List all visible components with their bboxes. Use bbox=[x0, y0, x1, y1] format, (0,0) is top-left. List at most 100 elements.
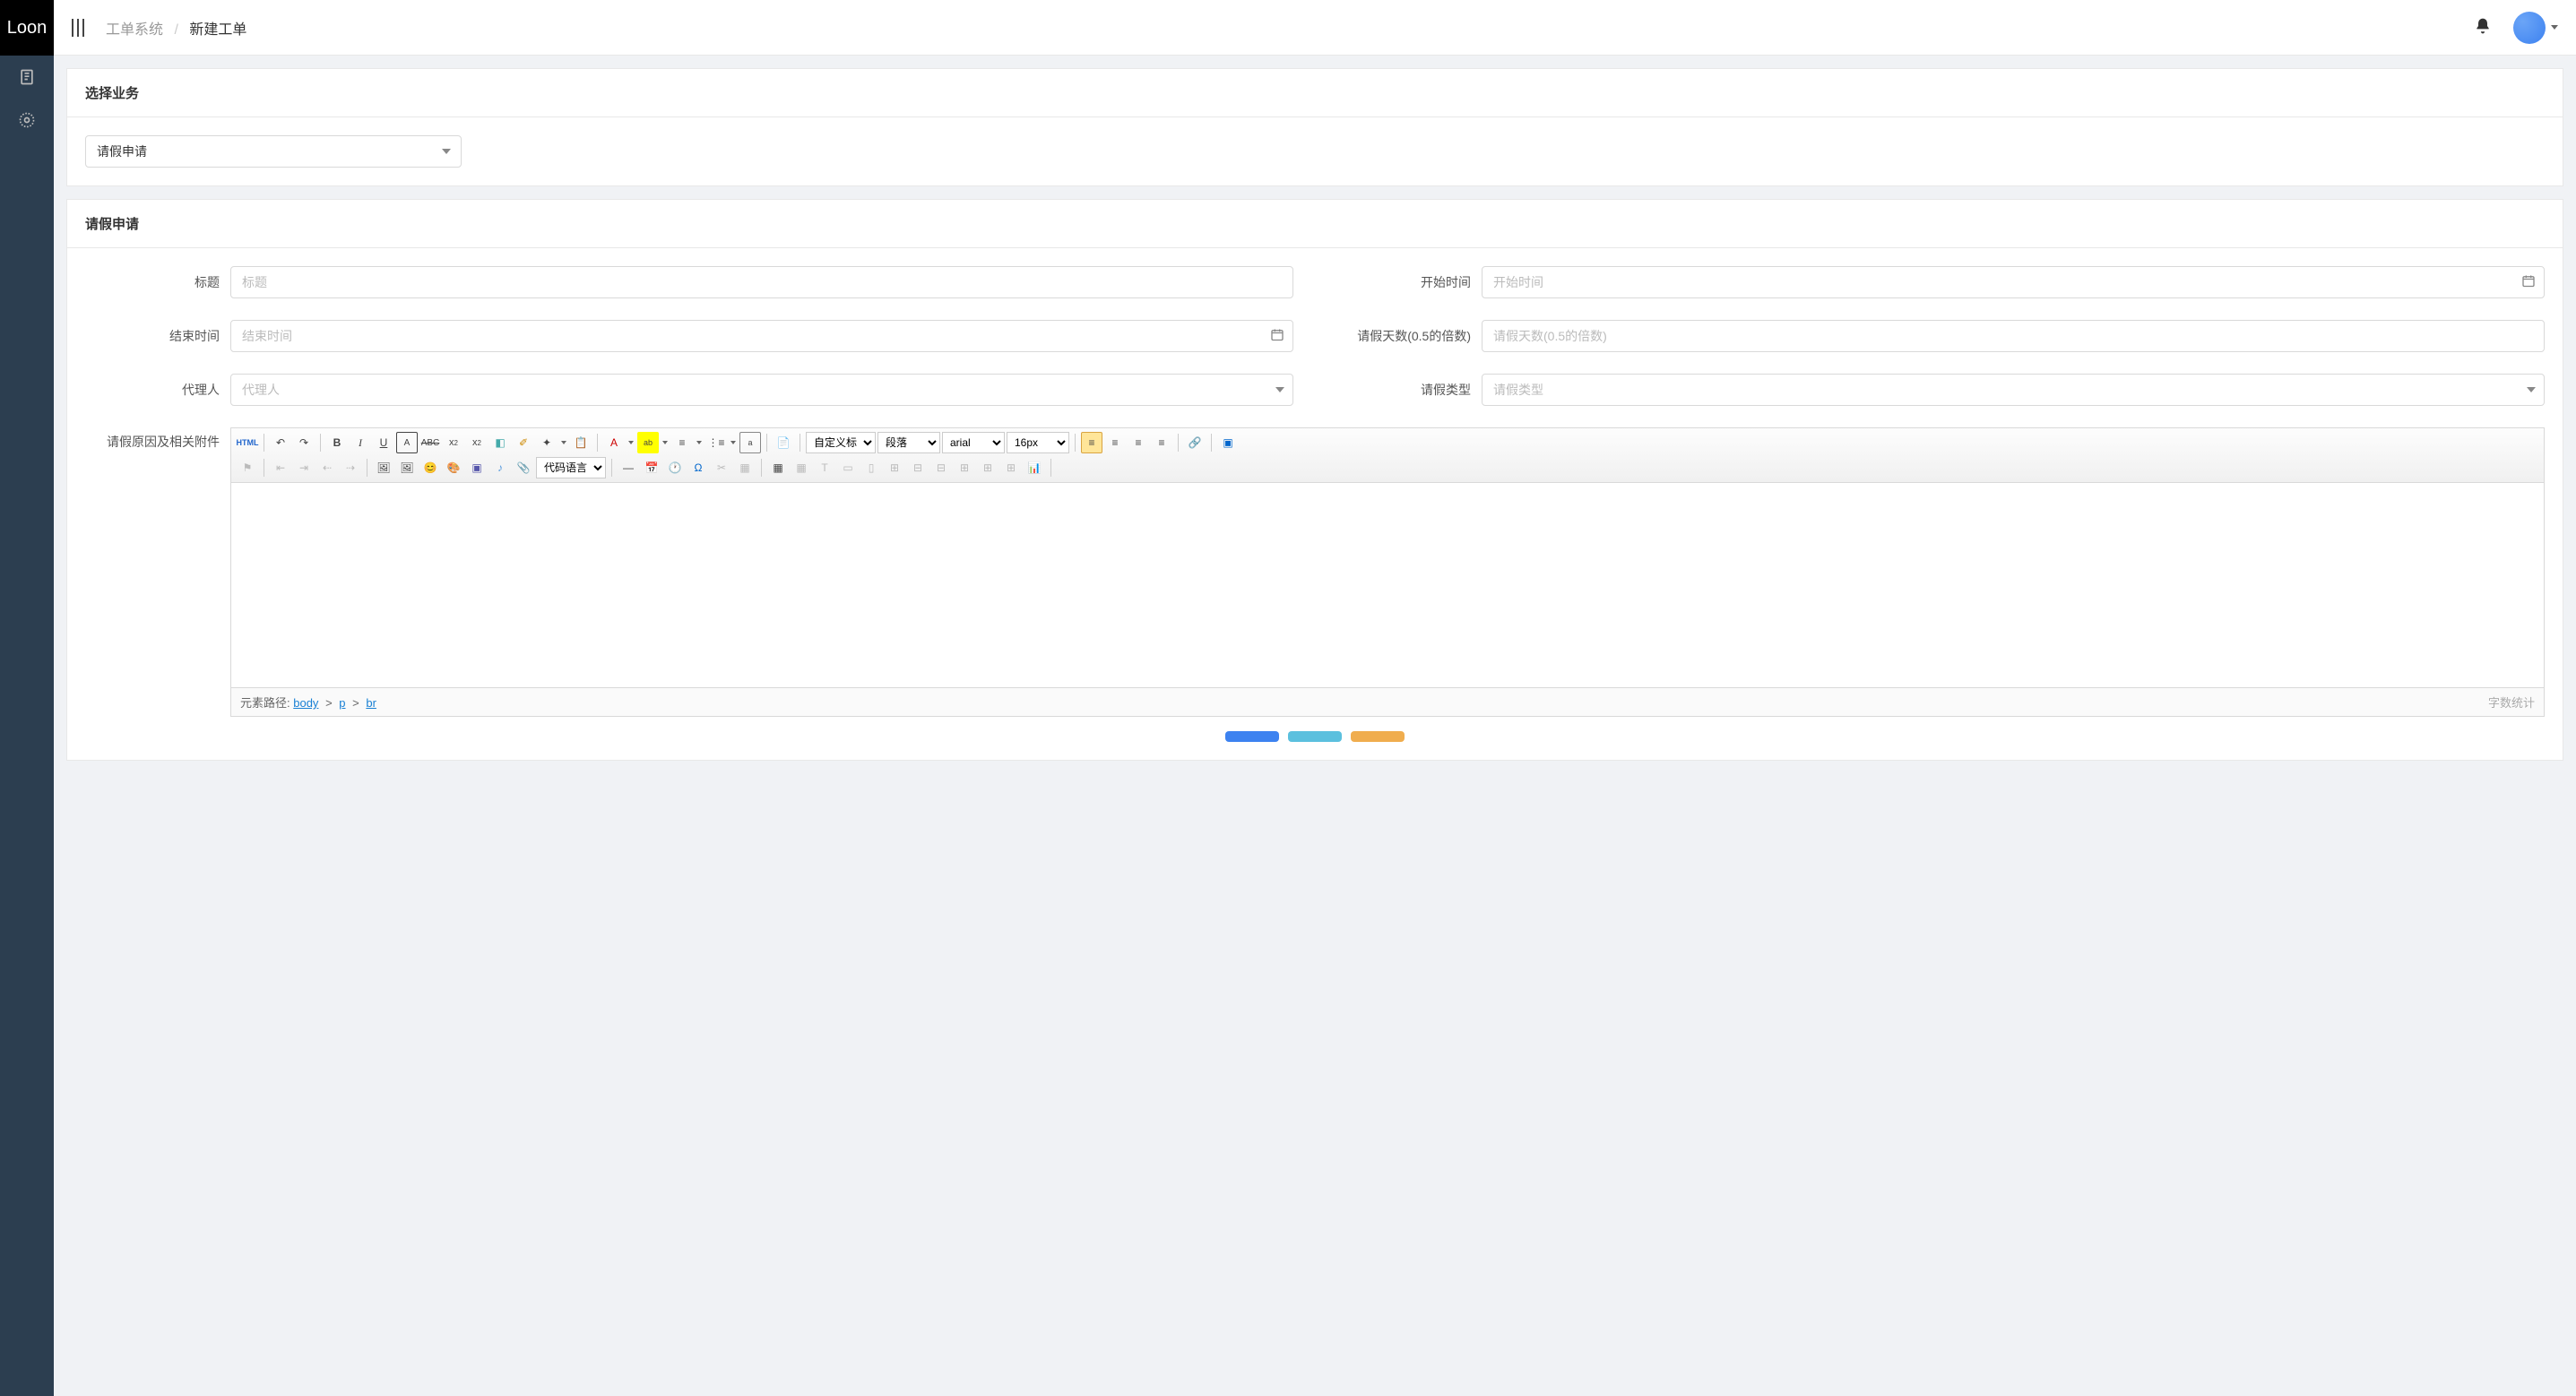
align-justify-button[interactable]: ≡ bbox=[1151, 432, 1172, 453]
save-button[interactable] bbox=[1288, 731, 1342, 742]
sidebar-toggle-icon[interactable] bbox=[72, 19, 84, 37]
field-label: 开始时间 bbox=[1336, 273, 1471, 291]
end-time-input[interactable] bbox=[230, 320, 1293, 352]
user-menu[interactable] bbox=[2513, 12, 2558, 44]
word-count[interactable]: 字数统计 bbox=[2488, 694, 2535, 711]
image-button[interactable]: 🖼 bbox=[373, 457, 394, 478]
attachment-button[interactable]: 📎 bbox=[513, 457, 534, 478]
hr-button[interactable]: — bbox=[618, 457, 639, 478]
paste-button[interactable]: 📋 bbox=[570, 432, 592, 453]
time-button[interactable]: 🕐 bbox=[664, 457, 686, 478]
submit-button[interactable] bbox=[1225, 731, 1279, 742]
sidebar-item-ticket[interactable] bbox=[0, 56, 54, 99]
source-button[interactable]: HTML bbox=[237, 432, 258, 453]
splitrows-button[interactable]: ⊞ bbox=[977, 457, 998, 478]
anchor-button[interactable]: ⚑ bbox=[237, 457, 258, 478]
italic-button[interactable]: I bbox=[350, 432, 371, 453]
chevron-down-icon bbox=[2551, 25, 2558, 30]
avatar bbox=[2513, 12, 2546, 44]
field-label: 标题 bbox=[85, 273, 220, 291]
deleterow-button[interactable]: ▭ bbox=[837, 457, 859, 478]
editor-toolbar: HTML ↶ ↷ B I U A ABC x2 bbox=[231, 428, 2544, 483]
splitcell-button[interactable]: ⊞ bbox=[954, 457, 975, 478]
align-center-button[interactable]: ≡ bbox=[1104, 432, 1126, 453]
start-time-input[interactable] bbox=[1482, 266, 2545, 298]
table-button[interactable]: ▦ bbox=[767, 457, 789, 478]
dropdown-icon[interactable] bbox=[559, 432, 568, 453]
redo-button[interactable]: ↷ bbox=[293, 432, 315, 453]
sidebar: Loon bbox=[0, 0, 54, 1396]
mergeright-button[interactable]: ⊟ bbox=[907, 457, 929, 478]
path-p[interactable]: p bbox=[339, 696, 345, 710]
subscript-button[interactable]: x2 bbox=[466, 432, 488, 453]
align-right-button[interactable]: ≡ bbox=[1128, 432, 1149, 453]
notifications-icon[interactable] bbox=[2474, 17, 2492, 38]
inserttitle-button[interactable]: T bbox=[814, 457, 835, 478]
dropdown-icon[interactable] bbox=[695, 432, 704, 453]
editor-content[interactable] bbox=[231, 483, 2544, 687]
customstyle-select[interactable]: 自定义标题 bbox=[806, 432, 876, 453]
fontsize-select[interactable]: 16px bbox=[1007, 432, 1069, 453]
select-business-card: 选择业务 bbox=[66, 68, 2563, 186]
backcolor-button[interactable]: ab bbox=[637, 432, 659, 453]
selectall-button[interactable]: a bbox=[739, 432, 761, 453]
paragraph-select[interactable]: 段落 bbox=[877, 432, 940, 453]
ordered-list-button[interactable]: ≡ bbox=[671, 432, 693, 453]
title-input[interactable] bbox=[230, 266, 1293, 298]
strikethrough-button[interactable]: ABC bbox=[419, 432, 441, 453]
clearformat-button[interactable]: 📄 bbox=[773, 432, 794, 453]
forecolor-button[interactable]: A bbox=[603, 432, 625, 453]
multi-image-button[interactable]: 🖼 bbox=[396, 457, 418, 478]
breadcrumb: 工单系统 / 新建工单 bbox=[106, 17, 246, 39]
outdent-button[interactable]: ⇠ bbox=[316, 457, 338, 478]
spechar-button[interactable]: Ω bbox=[687, 457, 709, 478]
splitcols-button[interactable]: ⊞ bbox=[1000, 457, 1022, 478]
mergedown-button[interactable]: ⊟ bbox=[930, 457, 952, 478]
wordimage-button[interactable]: ▦ bbox=[734, 457, 756, 478]
codelang-select[interactable]: 代码语言 bbox=[536, 457, 606, 478]
dropdown-icon[interactable] bbox=[661, 432, 670, 453]
snapscreen-button[interactable]: ✂ bbox=[711, 457, 732, 478]
emoji-button[interactable]: 😊 bbox=[419, 457, 441, 478]
cancel-button[interactable] bbox=[1351, 731, 1405, 742]
superscript-button[interactable]: x2 bbox=[443, 432, 464, 453]
indent-right-button[interactable]: ⇥ bbox=[293, 457, 315, 478]
align-left-button[interactable]: ≡ bbox=[1081, 432, 1102, 453]
field-label: 代理人 bbox=[85, 381, 220, 399]
deletecol-button[interactable]: ▯ bbox=[860, 457, 882, 478]
path-br[interactable]: br bbox=[366, 696, 376, 710]
chart-button[interactable]: 📊 bbox=[1024, 457, 1045, 478]
sidebar-item-settings[interactable] bbox=[0, 99, 54, 142]
field-label: 请假天数(0.5的倍数) bbox=[1336, 327, 1471, 345]
video-button[interactable]: ▣ bbox=[466, 457, 488, 478]
business-select[interactable] bbox=[85, 135, 462, 168]
underline-button[interactable]: U bbox=[373, 432, 394, 453]
formatbrush-button[interactable]: ✐ bbox=[513, 432, 534, 453]
topbar: 工单系统 / 新建工单 bbox=[54, 0, 2576, 56]
dropdown-icon[interactable] bbox=[729, 432, 738, 453]
music-button[interactable]: ♪ bbox=[489, 457, 511, 478]
proxy-select[interactable] bbox=[230, 374, 1293, 406]
fontfamily-select[interactable]: arial bbox=[942, 432, 1005, 453]
scrawl-button[interactable]: 🎨 bbox=[443, 457, 464, 478]
undo-button[interactable]: ↶ bbox=[270, 432, 291, 453]
link-button[interactable]: 🔗 bbox=[1184, 432, 1206, 453]
breadcrumb-parent[interactable]: 工单系统 bbox=[106, 22, 163, 38]
dropdown-icon[interactable] bbox=[627, 432, 635, 453]
business-select-value[interactable] bbox=[85, 135, 462, 168]
bold-button[interactable]: B bbox=[326, 432, 348, 453]
leave-type-select[interactable] bbox=[1482, 374, 2545, 406]
date-button[interactable]: 📅 bbox=[641, 457, 662, 478]
deletetable-button[interactable]: ▦ bbox=[791, 457, 812, 478]
days-input[interactable] bbox=[1482, 320, 2545, 352]
path-body[interactable]: body bbox=[293, 696, 318, 710]
fontborder-button[interactable]: A bbox=[396, 432, 418, 453]
mergecell-button[interactable]: ⊞ bbox=[884, 457, 905, 478]
unordered-list-button[interactable]: ⋮≡ bbox=[705, 432, 727, 453]
fullscreen-button[interactable]: ▣ bbox=[1217, 432, 1239, 453]
eraser-button[interactable]: ◧ bbox=[489, 432, 511, 453]
indent-button[interactable]: ⇢ bbox=[340, 457, 361, 478]
autotypeset-button[interactable]: ✦ bbox=[536, 432, 558, 453]
indent-left-button[interactable]: ⇤ bbox=[270, 457, 291, 478]
rich-text-editor: HTML ↶ ↷ B I U A ABC x2 bbox=[230, 427, 2545, 717]
